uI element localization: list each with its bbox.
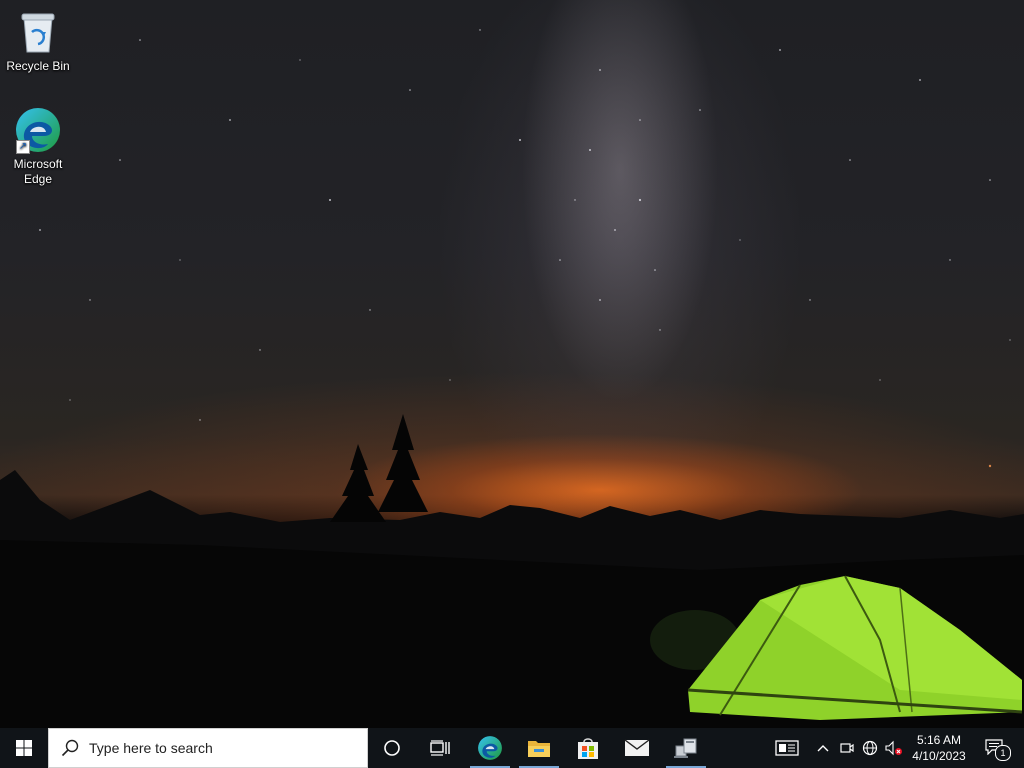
desktop-icon-label: Recycle Bin [6,59,70,73]
store-bag-icon [578,738,598,759]
computers-icon [674,738,697,758]
desktop-icon-microsoft-edge[interactable]: ↗ Microsoft Edge [0,106,76,187]
mail-icon [624,739,650,756]
action-center-button[interactable]: 1 [978,728,1012,768]
start-button[interactable] [0,728,48,768]
camera-tray-button[interactable] [836,728,858,768]
edge-icon: ↗ [14,106,62,154]
edge-icon [478,736,502,760]
clock-date: 4/10/2023 [912,749,966,763]
pine-trees [330,414,428,522]
taskbar: Type here to search 5:16 AM 4/10/2023 1 [0,728,1024,768]
stars [39,29,1011,468]
cortana-circle-icon [384,740,400,756]
task-view-button[interactable] [416,728,464,768]
news-and-interests-button[interactable] [770,728,804,768]
desktop-wallpaper [0,0,1024,728]
notification-count-badge: 1 [995,745,1011,761]
task-view-icon [430,740,450,756]
camera-icon [840,743,854,753]
notification-icon: 1 [985,739,1011,761]
windows-logo-icon [16,740,32,756]
show-hidden-icons-button[interactable] [812,728,834,768]
taskbar-network-app-button[interactable] [662,728,710,768]
chevron-up-icon [817,745,829,752]
news-icon [775,740,799,756]
volume-muted-icon [885,740,902,756]
search-icon [61,739,79,757]
taskbar-mail-button[interactable] [613,728,661,768]
taskbar-clock[interactable]: 5:16 AM 4/10/2023 [908,728,970,768]
folder-icon [528,741,550,757]
desktop-icon-label: Microsoft Edge [13,157,63,186]
taskbar-file-explorer-button[interactable] [515,728,563,768]
taskbar-store-button[interactable] [564,728,612,768]
taskbar-edge-button[interactable] [466,728,514,768]
network-tray-button[interactable] [858,728,882,768]
wallpaper-art [0,29,1024,728]
search-placeholder: Type here to search [89,740,213,756]
desktop-icon-recycle-bin[interactable]: Recycle Bin [0,8,76,74]
volume-tray-button[interactable] [882,728,906,768]
shortcut-arrow-icon: ↗ [16,140,30,154]
recycle-bin-icon [14,8,62,56]
globe-network-icon [862,740,878,756]
taskbar-search-box[interactable]: Type here to search [48,728,368,768]
cortana-button[interactable] [368,728,416,768]
clock-time: 5:16 AM [916,733,962,747]
